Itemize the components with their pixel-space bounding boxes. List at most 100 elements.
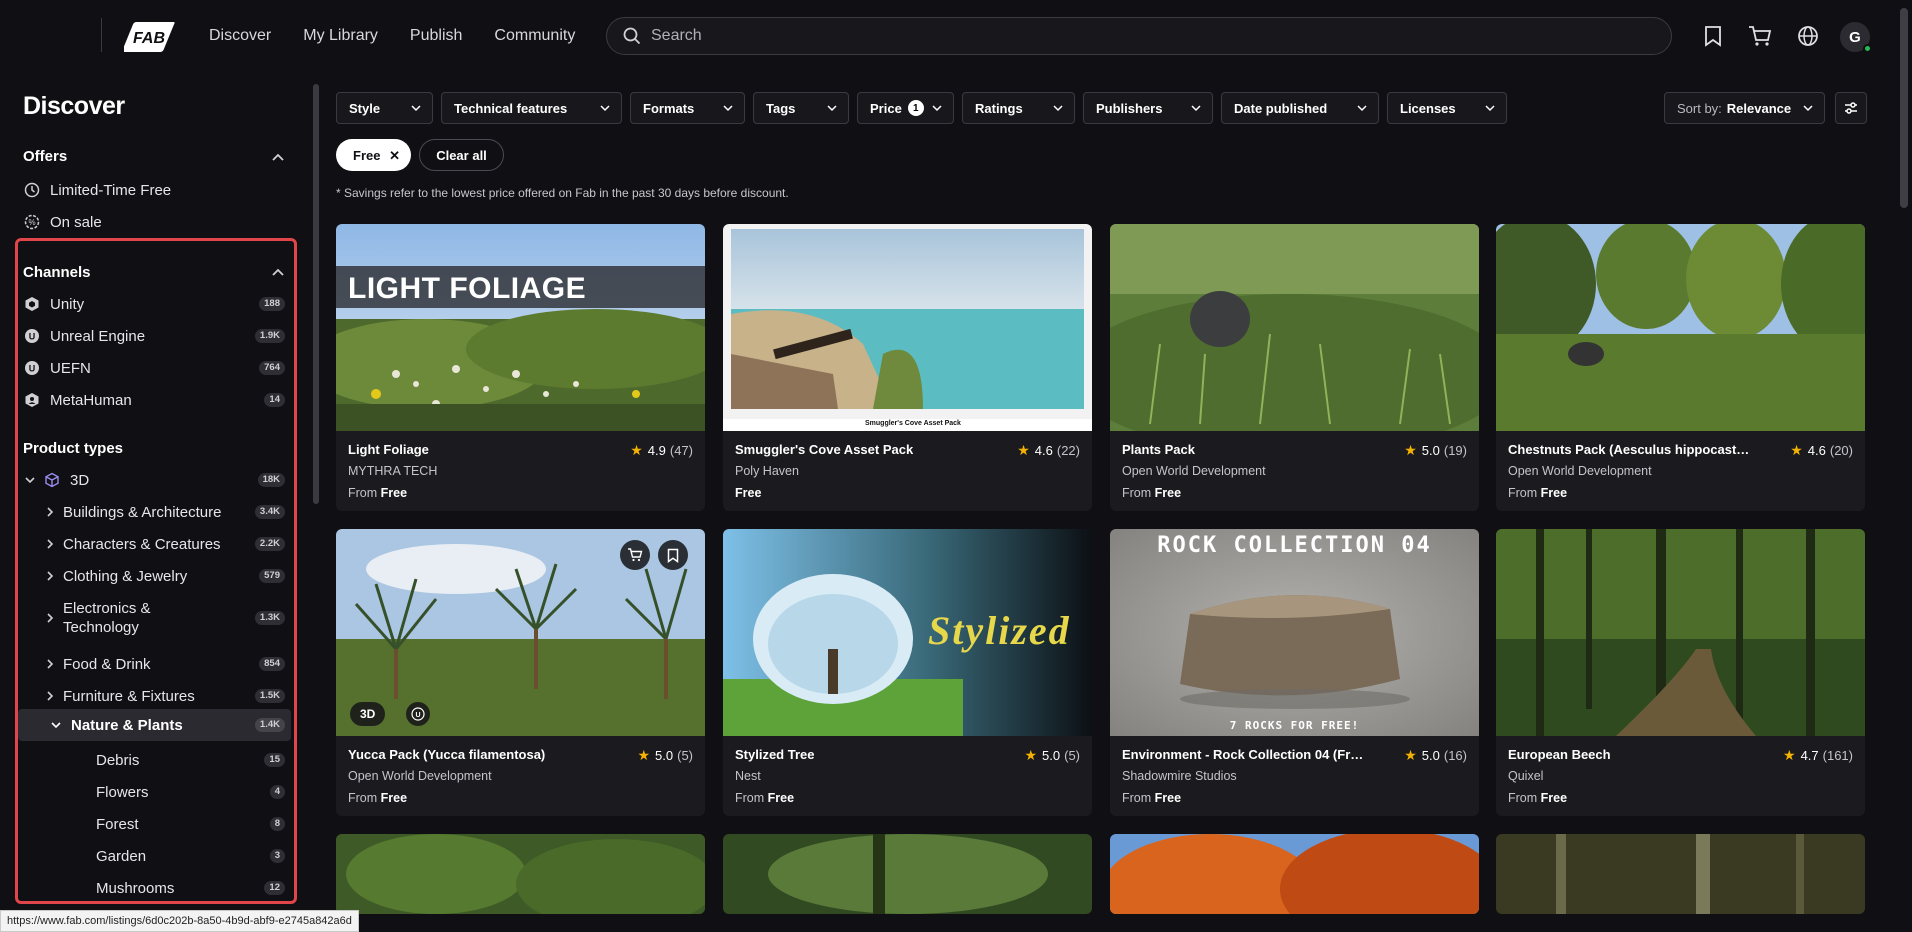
nav-publish[interactable]: Publish	[410, 27, 462, 45]
sidebar-item-uefn[interactable]: U UEFN 764	[23, 353, 285, 383]
sidebar-item-mushrooms[interactable]: Mushrooms 12	[96, 873, 285, 903]
product-title[interactable]: European Beech	[1508, 747, 1611, 762]
sidebar-item-metahuman[interactable]: MetaHuman 14	[23, 385, 285, 415]
product-thumbnail[interactable]	[1110, 224, 1479, 431]
sidebar-item-furniture-fixtures[interactable]: Furniture & Fixtures 1.5K	[43, 681, 285, 711]
page-scrollbar[interactable]	[1900, 8, 1908, 208]
bookmark-button[interactable]	[658, 540, 688, 570]
product-card[interactable]: ROCK COLLECTION 04 7 ROCKS FOR FREE! Env…	[1110, 529, 1479, 816]
sidebar-item-unity[interactable]: Unity 188	[23, 289, 285, 319]
sidebar-item-debris[interactable]: Debris 15	[96, 745, 285, 775]
chevron-right-icon[interactable]	[43, 569, 57, 583]
sidebar-item-clothing-jewelry[interactable]: Clothing & Jewelry 579	[43, 561, 285, 591]
fab-logo[interactable]: FAB	[124, 18, 178, 54]
search-input[interactable]	[651, 27, 1551, 45]
product-title[interactable]: Smuggler's Cove Asset Pack	[735, 442, 913, 457]
sidebar-item-buildings-architecture[interactable]: Buildings & Architecture 3.4K	[43, 497, 285, 527]
sidebar-item-on-sale[interactable]: % On sale	[23, 207, 285, 237]
product-card[interactable]: Plants Pack ★ 5.0 (19) Open World Developm…	[1110, 224, 1479, 511]
close-icon[interactable]: ✕	[389, 148, 400, 164]
sidebar-item-forest[interactable]: Forest 8	[96, 809, 285, 839]
chevron-right-icon[interactable]	[43, 689, 57, 703]
cart-icon[interactable]	[1746, 22, 1774, 50]
sidebar-scrollbar[interactable]	[313, 84, 319, 504]
user-avatar[interactable]: G	[1840, 22, 1872, 53]
chevron-up-icon[interactable]	[270, 150, 286, 166]
product-thumbnail[interactable]	[723, 834, 1092, 914]
sidebar-item-electronics-technology[interactable]: Electronics & Technology 1.3K	[43, 598, 285, 638]
product-thumbnail[interactable]: Stylized	[723, 529, 1092, 736]
chevron-right-icon[interactable]	[43, 657, 57, 671]
sidebar-item-characters-creatures[interactable]: Characters & Creatures 2.2K	[43, 529, 285, 559]
offers-heading[interactable]: Offers	[23, 148, 67, 165]
product-seller[interactable]: Nest	[735, 769, 761, 783]
sidebar-item-garden[interactable]: Garden 3	[96, 841, 285, 871]
product-thumbnail[interactable]	[336, 834, 705, 914]
product-thumbnail[interactable]	[1496, 834, 1865, 914]
product-seller[interactable]: Open World Development	[1122, 464, 1266, 478]
chevron-right-icon[interactable]	[43, 505, 57, 519]
product-thumbnail[interactable]	[1496, 224, 1865, 431]
filter-publishers[interactable]: Publishers	[1083, 92, 1213, 124]
product-card[interactable]: European Beech ★ 4.7 (161) Quixel From Fre…	[1496, 529, 1865, 816]
product-card[interactable]	[723, 834, 1092, 914]
chevron-down-icon[interactable]	[49, 718, 63, 732]
sidebar-item-food-drink[interactable]: Food & Drink 854	[43, 649, 285, 679]
product-card[interactable]	[1110, 834, 1479, 914]
sidebar-item-unreal-engine[interactable]: U Unreal Engine 1.9K	[23, 321, 285, 351]
product-thumbnail[interactable]: LIGHT FOLIAGE	[336, 224, 705, 431]
filter-formats[interactable]: Formats	[630, 92, 745, 124]
chevron-down-icon[interactable]	[23, 473, 37, 487]
globe-icon[interactable]	[1794, 22, 1822, 50]
nav-community[interactable]: Community	[494, 27, 575, 45]
chevron-right-icon[interactable]	[43, 537, 57, 551]
filter-settings-button[interactable]	[1835, 92, 1867, 124]
product-seller[interactable]: Shadowmire Studios	[1122, 769, 1237, 783]
product-card[interactable]	[1496, 834, 1865, 914]
filter-date-published[interactable]: Date published	[1221, 92, 1379, 124]
sidebar-item-3d[interactable]: 3D 18K	[23, 465, 285, 495]
chevron-right-icon[interactable]	[43, 611, 57, 625]
nav-discover[interactable]: Discover	[209, 27, 271, 45]
product-seller[interactable]: Quixel	[1508, 769, 1543, 783]
sidebar-item-nature-plants[interactable]: Nature & Plants 1.4K	[18, 709, 291, 741]
product-thumbnail[interactable]: Smuggler's Cove Asset Pack	[723, 224, 1092, 431]
product-title[interactable]: Environment - Rock Collection 04 (Free)	[1122, 747, 1367, 762]
chevron-up-icon[interactable]	[270, 265, 286, 281]
sidebar-item-limited-time-free[interactable]: Limited-Time Free	[23, 175, 285, 205]
filter-ratings[interactable]: Ratings	[962, 92, 1075, 124]
product-seller[interactable]: Open World Development	[348, 769, 492, 783]
product-card[interactable]: Chestnuts Pack (Aesculus hippocastan... …	[1496, 224, 1865, 511]
active-filter-chip-free[interactable]: Free ✕	[336, 139, 411, 171]
search-bar[interactable]	[606, 17, 1672, 55]
filter-technical-features[interactable]: Technical features	[441, 92, 622, 124]
product-seller[interactable]: Open World Development	[1508, 464, 1652, 478]
product-thumbnail[interactable]: ROCK COLLECTION 04 7 ROCKS FOR FREE!	[1110, 529, 1479, 736]
product-thumbnail[interactable]	[1496, 529, 1865, 736]
product-card[interactable]: 3D U Yucca Pack (Yucca filamentosa) ★ 5.0…	[336, 529, 705, 816]
product-card[interactable]	[336, 834, 705, 914]
sort-dropdown[interactable]: Sort by: Relevance	[1664, 92, 1825, 124]
filter-style[interactable]: Style	[336, 92, 433, 124]
product-card[interactable]: LIGHT FOLIAGE Light Foliage ★ 4.9 (47) MYT…	[336, 224, 705, 511]
add-to-cart-button[interactable]	[620, 540, 650, 570]
filter-tags[interactable]: Tags	[753, 92, 849, 124]
sidebar-item-flowers[interactable]: Flowers 4	[96, 777, 285, 807]
product-title[interactable]: Stylized Tree	[735, 747, 814, 762]
product-title[interactable]: Plants Pack	[1122, 442, 1195, 457]
product-seller[interactable]: MYTHRA TECH	[348, 464, 437, 478]
clear-all-button[interactable]: Clear all	[419, 139, 504, 171]
filter-price[interactable]: Price 1	[857, 92, 954, 124]
product-card[interactable]: Smuggler's Cove Asset Pack Smuggler's Co…	[723, 224, 1092, 511]
bookmark-icon[interactable]	[1699, 22, 1727, 50]
product-thumbnail[interactable]	[1110, 834, 1479, 914]
product-title[interactable]: Light Foliage	[348, 442, 429, 457]
channels-heading[interactable]: Channels	[23, 264, 91, 281]
product-title[interactable]: Chestnuts Pack (Aesculus hippocastan...	[1508, 442, 1753, 457]
product-thumbnail[interactable]: 3D U	[336, 529, 705, 736]
product-title[interactable]: Yucca Pack (Yucca filamentosa)	[348, 747, 545, 762]
filter-licenses[interactable]: Licenses	[1387, 92, 1507, 124]
product-card[interactable]: Stylized Stylized Tree ★ 5.0 (5) Nest From…	[723, 529, 1092, 816]
nav-my-library[interactable]: My Library	[303, 27, 378, 45]
product-seller[interactable]: Poly Haven	[735, 464, 799, 478]
